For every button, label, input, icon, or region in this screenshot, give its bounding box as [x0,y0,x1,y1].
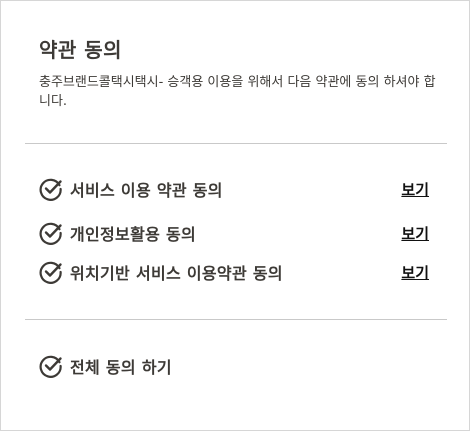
dialog-title: 약관 동의 [39,38,123,62]
terms-agreement-dialog: 약관 동의 충주브랜드콜택시택시- 승객용 이용을 위해서 다음 약관에 동의 … [0,0,470,431]
term-row-service: 서비스 이용 약관 동의 보기 [39,175,431,203]
term-row-privacy: 개인정보활용 동의 보기 [39,219,431,247]
agree-all-row[interactable]: 전체 동의 하기 [39,352,431,380]
check-circle-icon[interactable] [39,260,63,284]
check-circle-icon[interactable] [39,354,63,378]
term-label-privacy: 개인정보활용 동의 [70,225,197,244]
view-link-service[interactable]: 보기 [401,179,429,200]
term-label-service: 서비스 이용 약관 동의 [70,181,223,200]
check-circle-icon[interactable] [39,177,63,201]
divider-top [25,143,447,144]
check-circle-icon[interactable] [39,221,63,245]
term-label-location: 위치기반 서비스 이용약관 동의 [70,264,283,283]
dialog-description: 충주브랜드콜택시택시- 승객용 이용을 위해서 다음 약관에 동의 하셔야 합니… [39,75,436,109]
agree-all-label[interactable]: 전체 동의 하기 [70,354,431,378]
divider-bottom [25,319,447,320]
view-link-location[interactable]: 보기 [401,262,429,283]
term-row-location: 위치기반 서비스 이용약관 동의 보기 [39,258,431,286]
view-link-privacy[interactable]: 보기 [401,223,429,244]
